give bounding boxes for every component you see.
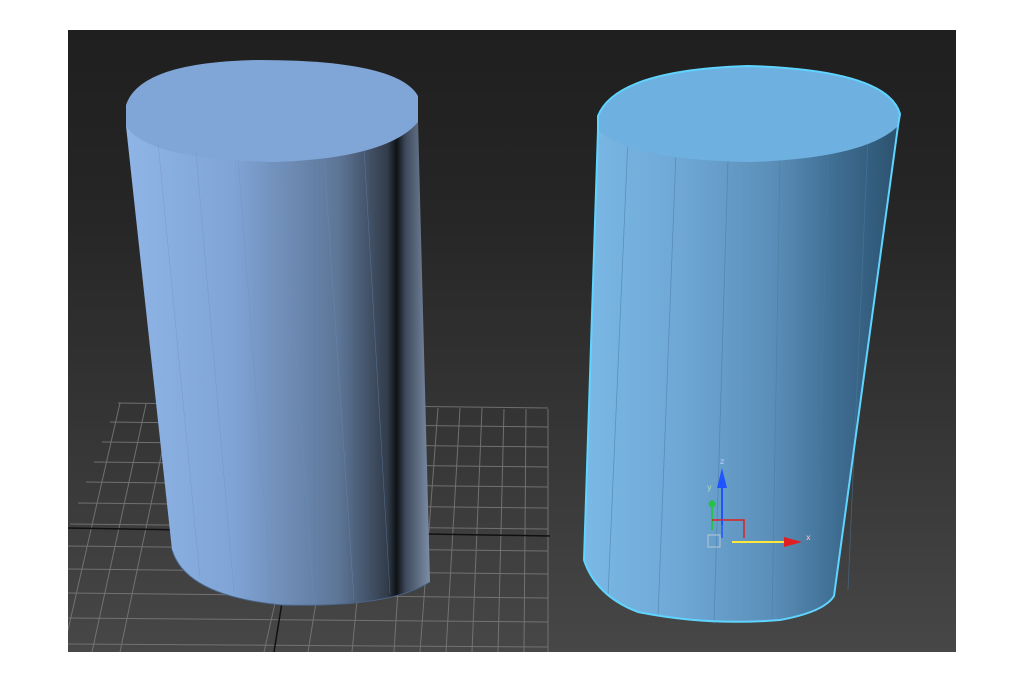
gizmo-y-label: y — [707, 483, 712, 492]
screenshot-frame: z y x — [0, 0, 1024, 683]
3d-viewport[interactable]: z y x — [68, 30, 956, 652]
viewport-canvas: z y x — [68, 60, 902, 652]
cylinder-right[interactable] — [582, 64, 902, 625]
gizmo-z-label: z — [720, 457, 724, 466]
gizmo-y-arrow[interactable] — [708, 500, 716, 508]
gizmo-x-label: x — [806, 533, 811, 542]
cylinder-left[interactable] — [126, 60, 431, 606]
